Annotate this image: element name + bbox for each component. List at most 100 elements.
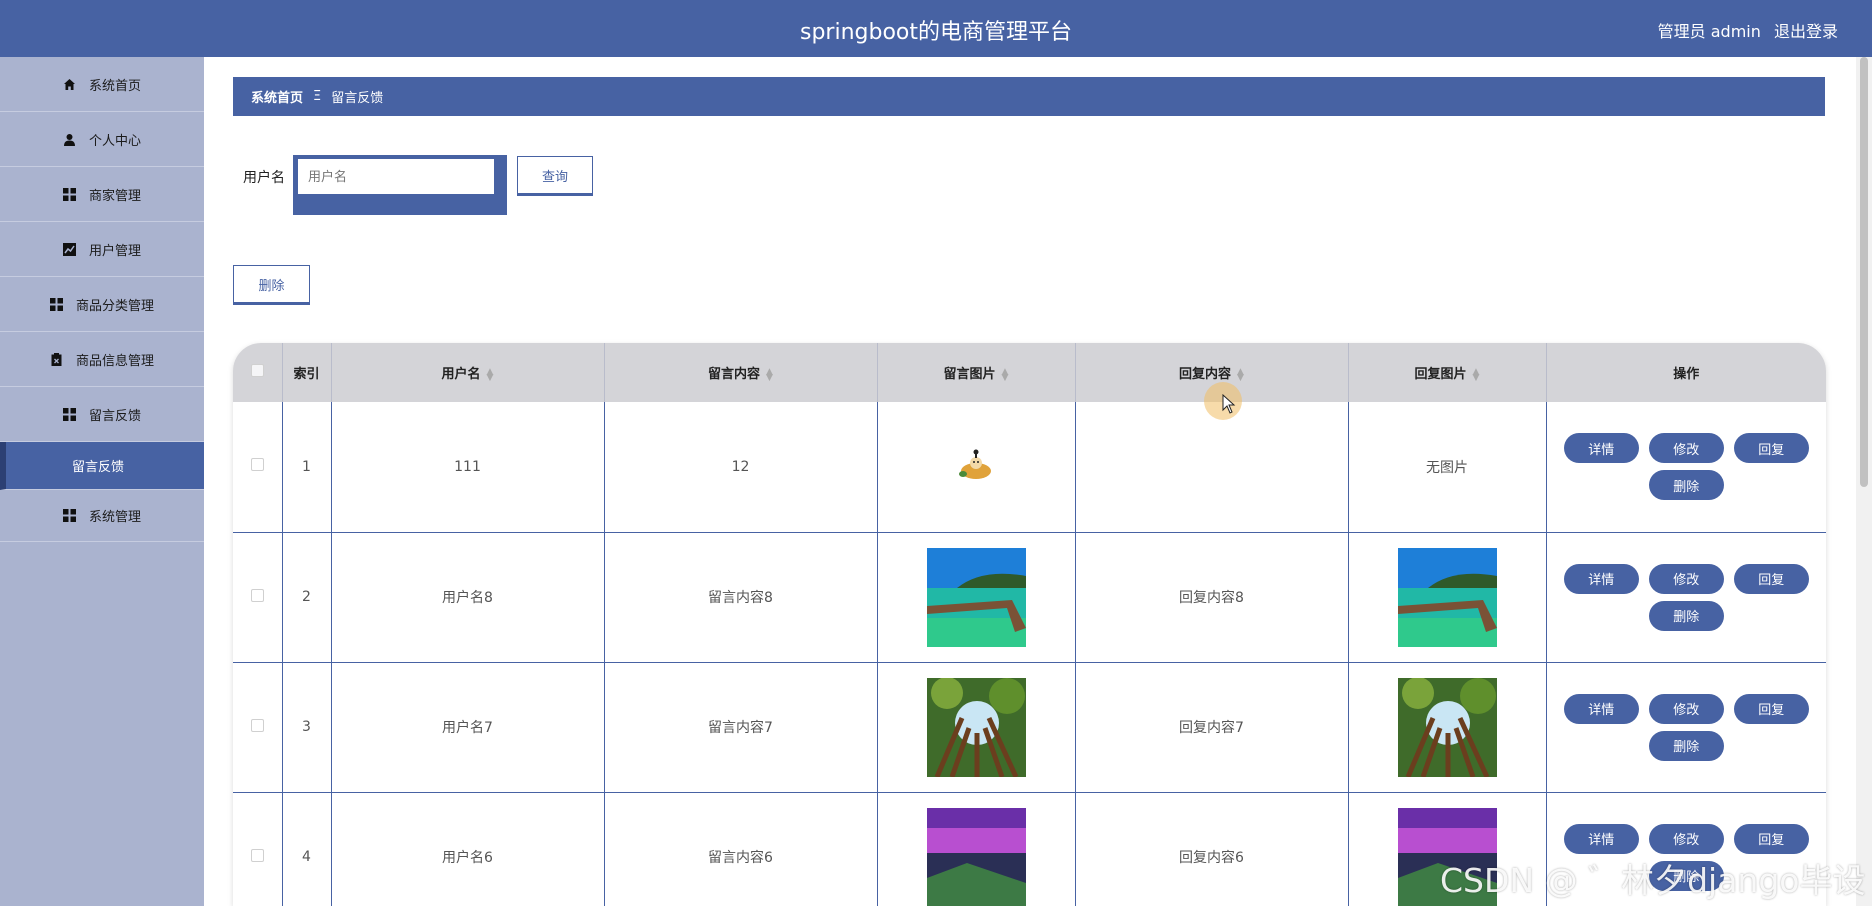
edit-button[interactable]: 修改 bbox=[1648, 563, 1724, 594]
chart-icon bbox=[63, 242, 77, 256]
header-label: 索引 bbox=[293, 367, 320, 382]
sidebar-item-products[interactable]: 商品信息管理 bbox=[0, 332, 204, 387]
sidebar-item-feedback[interactable]: 留言反馈 bbox=[0, 387, 204, 442]
sidebar-item-profile[interactable]: 个人中心 bbox=[0, 112, 204, 167]
reply-button[interactable]: 回复 bbox=[1733, 693, 1809, 724]
purple-coast-image[interactable] bbox=[926, 807, 1026, 906]
row-checkbox-cell bbox=[233, 662, 283, 793]
breadcrumb-current: 留言反馈 bbox=[331, 91, 384, 106]
edit-button[interactable]: 修改 bbox=[1648, 693, 1724, 724]
table-row: 2 用户名8 留言内容8 回复内容8 详情 修改 回复 删除 bbox=[233, 532, 1826, 663]
column-header: 索引 bbox=[282, 343, 332, 402]
forest-image[interactable] bbox=[926, 677, 1026, 777]
lake-dock-image[interactable] bbox=[1397, 547, 1497, 647]
row-checkbox-cell bbox=[233, 402, 283, 533]
row-checkbox[interactable] bbox=[250, 588, 264, 602]
delete-button[interactable]: 删除 bbox=[1648, 600, 1724, 631]
search-label: 用户名 bbox=[243, 170, 285, 186]
column-header[interactable]: 留言图片 ▲ ▼ bbox=[877, 343, 1076, 402]
sidebar-item-categories[interactable]: 商品分类管理 bbox=[0, 277, 204, 332]
sidebar-subitem-feedback[interactable]: 留言反馈 bbox=[0, 442, 204, 490]
sort-icon[interactable]: ▲ ▼ bbox=[1237, 367, 1244, 382]
delete-button[interactable]: 删除 bbox=[1648, 730, 1724, 761]
sort-icon[interactable]: ▲ ▼ bbox=[1473, 367, 1480, 382]
grid-icon bbox=[63, 187, 77, 201]
sidebar-item-label: 用户管理 bbox=[88, 243, 141, 259]
sort-icon[interactable]: ▲ ▼ bbox=[1002, 367, 1009, 382]
column-header[interactable]: 回复图片 ▲ ▼ bbox=[1348, 343, 1547, 402]
sidebar-item-label: 商品分类管理 bbox=[75, 298, 154, 314]
table-header-row: 索引 用户名 ▲ ▼ 留言内容 ▲ ▼ 留言图片 ▲ ▼ 回复内容 ▲ ▼ 回复图片 ▲ ▼ 操作 bbox=[233, 343, 1826, 402]
forest-image[interactable] bbox=[1397, 677, 1497, 777]
username-cell: 用户名6 bbox=[331, 792, 605, 906]
cartoon-image[interactable] bbox=[956, 449, 996, 481]
sidebar-item-label: 商品信息管理 bbox=[75, 353, 154, 369]
content-cell: 12 bbox=[604, 402, 878, 533]
reply-button[interactable]: 回复 bbox=[1733, 433, 1809, 464]
delete-button[interactable]: 删除 bbox=[1648, 470, 1724, 501]
breadcrumb-separator: Ξ bbox=[313, 89, 322, 104]
header-label: 回复图片 bbox=[1414, 367, 1467, 382]
image-cell bbox=[877, 402, 1076, 533]
column-header[interactable]: 用户名 ▲ ▼ bbox=[331, 343, 605, 402]
grid-icon bbox=[63, 407, 77, 421]
reply-button[interactable]: 回复 bbox=[1733, 823, 1809, 854]
image-cell bbox=[877, 662, 1076, 793]
row-checkbox-cell bbox=[233, 532, 283, 663]
sort-icon[interactable]: ▲ ▼ bbox=[487, 367, 494, 382]
reply-button[interactable]: 回复 bbox=[1733, 563, 1809, 594]
sidebar-item-merchants[interactable]: 商家管理 bbox=[0, 167, 204, 222]
sidebar-item-users[interactable]: 用户管理 bbox=[0, 222, 204, 277]
select-all-checkbox[interactable] bbox=[250, 364, 264, 377]
content-cell: 留言内容8 bbox=[604, 532, 878, 663]
query-button[interactable]: 查询 bbox=[517, 156, 593, 196]
username-cell: 111 bbox=[331, 402, 605, 533]
edit-button[interactable]: 修改 bbox=[1648, 823, 1724, 854]
grid-icon bbox=[63, 509, 77, 523]
batch-delete-button[interactable]: 删除 bbox=[233, 265, 310, 305]
logout-link[interactable]: 退出登录 bbox=[1774, 22, 1838, 41]
detail-button[interactable]: 详情 bbox=[1563, 823, 1639, 854]
page-scrollbar[interactable] bbox=[1856, 57, 1872, 906]
lake-dock-image[interactable] bbox=[926, 547, 1026, 647]
column-header[interactable]: 留言内容 ▲ ▼ bbox=[604, 343, 878, 402]
sidebar-item-label: 系统管理 bbox=[88, 510, 141, 525]
app-title: springboot的电商管理平台 bbox=[799, 20, 1072, 45]
table-row: 3 用户名7 留言内容7 回复内容7 详情 修改 回复 删除 bbox=[233, 662, 1826, 793]
edit-button[interactable]: 修改 bbox=[1648, 433, 1724, 464]
header-label: 操作 bbox=[1673, 367, 1700, 382]
sidebar-item-home[interactable]: 系统首页 bbox=[0, 57, 204, 112]
index-cell: 2 bbox=[282, 532, 332, 663]
row-checkbox-cell bbox=[233, 792, 283, 906]
scrollbar-thumb[interactable] bbox=[1860, 57, 1868, 487]
index-cell: 4 bbox=[282, 792, 332, 906]
actions-cell: 详情 修改 回复 删除 bbox=[1546, 662, 1826, 793]
actions-cell: 详情 修改 回复 删除 bbox=[1546, 402, 1826, 533]
sidebar-item-label: 个人中心 bbox=[88, 133, 141, 149]
sidebar-item-label: 留言反馈 bbox=[72, 460, 125, 475]
sidebar-item-system[interactable]: 系统管理 bbox=[0, 490, 204, 542]
sort-icon[interactable]: ▲ ▼ bbox=[766, 367, 773, 382]
row-checkbox[interactable] bbox=[250, 718, 264, 732]
breadcrumb: 系统首页 Ξ 留言反馈 bbox=[233, 77, 1825, 116]
sidebar-item-label: 留言反馈 bbox=[88, 408, 141, 424]
header-label: 留言图片 bbox=[943, 367, 996, 382]
detail-button[interactable]: 详情 bbox=[1563, 433, 1639, 464]
column-header: 操作 bbox=[1546, 343, 1826, 402]
username-cell: 用户名8 bbox=[331, 532, 605, 663]
row-checkbox[interactable] bbox=[250, 848, 264, 862]
breadcrumb-home[interactable]: 系统首页 bbox=[251, 87, 303, 106]
username-search-input[interactable] bbox=[297, 158, 495, 195]
detail-button[interactable]: 详情 bbox=[1563, 563, 1639, 594]
user-icon bbox=[63, 132, 77, 146]
detail-button[interactable]: 详情 bbox=[1563, 693, 1639, 724]
clipboard-icon bbox=[50, 352, 64, 366]
row-checkbox[interactable] bbox=[250, 458, 264, 472]
content-cell: 留言内容7 bbox=[604, 662, 878, 793]
select-all-cell bbox=[233, 343, 283, 402]
reply-cell bbox=[1075, 402, 1349, 533]
home-icon bbox=[63, 77, 77, 91]
table-row: 1 111 12 无图片 详情 修改 回复 删除 bbox=[233, 402, 1826, 533]
reply-image-cell: 无图片 bbox=[1348, 402, 1547, 533]
reply-cell: 回复内容7 bbox=[1075, 662, 1349, 793]
